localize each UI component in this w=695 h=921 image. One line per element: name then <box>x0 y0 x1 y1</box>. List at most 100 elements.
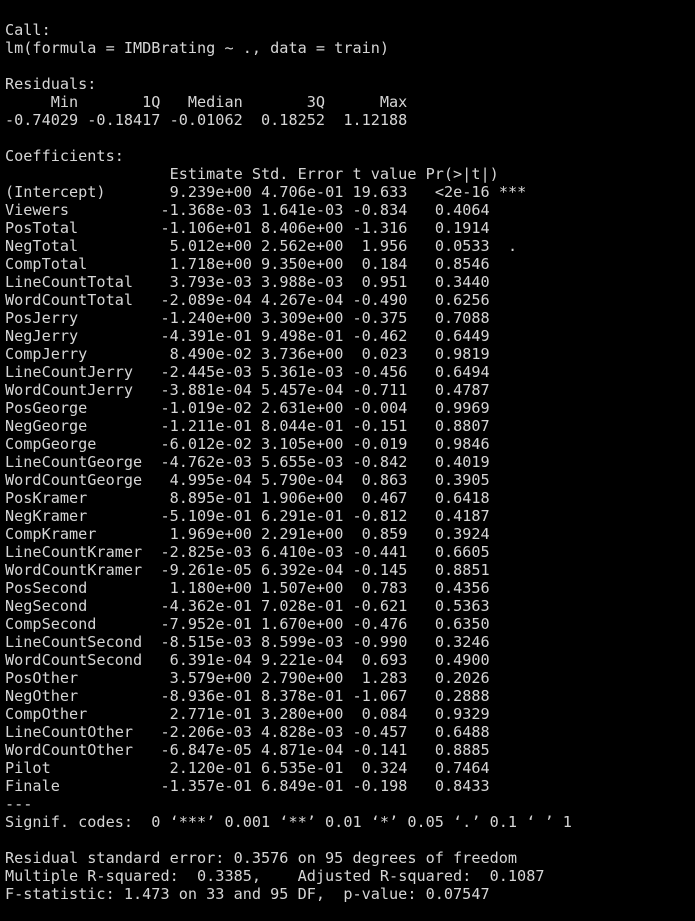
coef-t-value: 0.783 <box>352 579 408 597</box>
coef-estimate: -8.936e-01 <box>160 687 252 705</box>
coefficient-row: LineCountTotal 3.793e-03 3.988e-03 0.951… <box>5 273 695 291</box>
column-spacer <box>343 489 352 507</box>
column-spacer <box>343 525 352 543</box>
column-spacer <box>407 597 416 615</box>
coef-name: NegKramer <box>5 507 88 525</box>
column-spacer <box>87 597 160 615</box>
coef-t-value: -0.476 <box>352 615 408 633</box>
coef-std-error: 2.562e+00 <box>261 237 344 255</box>
column-spacer <box>490 291 499 309</box>
column-spacer <box>78 219 160 237</box>
coef-t-value: -0.004 <box>352 399 408 417</box>
coefficient-row: WordCountKramer -9.261e-05 6.392e-04 -0.… <box>5 561 695 579</box>
coef-name: NegOther <box>5 687 79 705</box>
coef-signif: . <box>498 237 527 255</box>
coef-p-value: 0.0533 <box>416 237 490 255</box>
coef-std-error: 2.790e+00 <box>261 669 344 687</box>
coef-std-error: 2.631e+00 <box>261 399 344 417</box>
coef-name: CompTotal <box>5 255 88 273</box>
coef-t-value: -0.019 <box>352 435 408 453</box>
column-spacer <box>343 291 352 309</box>
column-spacer <box>343 741 352 759</box>
column-spacer <box>407 723 416 741</box>
coef-t-value: -0.151 <box>352 417 408 435</box>
coefficient-row: PosGeorge -1.019e-02 2.631e+00 -0.004 0.… <box>5 399 695 417</box>
column-spacer <box>407 399 416 417</box>
column-spacer <box>142 651 160 669</box>
column-spacer <box>343 273 352 291</box>
coefficient-row: NegGeorge -1.211e-01 8.044e-01 -0.151 0.… <box>5 417 695 435</box>
coef-estimate: -5.109e-01 <box>160 507 252 525</box>
column-spacer <box>490 669 499 687</box>
column-spacer <box>490 363 499 381</box>
coefficient-row: WordCountOther -6.847e-05 4.871e-04 -0.1… <box>5 741 695 759</box>
signif-codes: Signif. codes: 0 ‘***’ 0.001 ‘**’ 0.01 ‘… <box>5 813 572 831</box>
coefficient-row: CompJerry 8.490e-02 3.736e+00 0.023 0.98… <box>5 345 695 363</box>
column-spacer <box>142 543 160 561</box>
column-spacer <box>252 291 261 309</box>
column-spacer <box>343 597 352 615</box>
coefficient-row: Viewers -1.368e-03 1.641e-03 -0.834 0.40… <box>5 201 695 219</box>
column-spacer <box>106 183 161 201</box>
coef-t-value: 0.951 <box>352 273 408 291</box>
coefficient-row: LineCountGeorge -4.762e-03 5.655e-03 -0.… <box>5 453 695 471</box>
coef-estimate: -1.211e-01 <box>160 417 252 435</box>
column-spacer <box>343 309 352 327</box>
coef-p-value: 0.3905 <box>416 471 490 489</box>
coef-p-value: 0.9329 <box>416 705 490 723</box>
column-spacer <box>252 669 261 687</box>
column-spacer <box>252 237 261 255</box>
coef-t-value: -0.145 <box>352 561 408 579</box>
coef-p-value: 0.4787 <box>416 381 490 399</box>
coef-t-value: 0.863 <box>352 471 408 489</box>
coef-t-value: -0.441 <box>352 543 408 561</box>
coef-p-value: 0.4900 <box>416 651 490 669</box>
column-spacer <box>343 327 352 345</box>
column-spacer <box>343 759 352 777</box>
column-spacer <box>343 579 352 597</box>
column-spacer <box>252 561 261 579</box>
column-spacer <box>407 615 416 633</box>
coef-name: PosJerry <box>5 309 79 327</box>
coef-estimate: -3.881e-04 <box>160 381 252 399</box>
column-spacer <box>490 309 499 327</box>
column-spacer <box>407 453 416 471</box>
coef-std-error: 8.044e-01 <box>261 417 344 435</box>
coef-p-value: 0.8885 <box>416 741 490 759</box>
column-spacer <box>490 633 499 651</box>
coef-t-value: -0.457 <box>352 723 408 741</box>
coef-std-error: 6.410e-03 <box>261 543 344 561</box>
column-spacer <box>343 669 352 687</box>
coefficient-row: PosTotal -1.106e+01 8.406e+00 -1.316 0.1… <box>5 219 695 237</box>
coefficient-row: CompOther 2.771e-01 3.280e+00 0.084 0.93… <box>5 705 695 723</box>
column-spacer <box>490 651 499 669</box>
column-spacer <box>142 453 160 471</box>
coefficient-row: (Intercept) 9.239e+00 4.706e-01 19.633 <… <box>5 183 695 201</box>
column-spacer <box>343 687 352 705</box>
coef-t-value: -0.490 <box>352 291 408 309</box>
coef-std-error: 6.849e-01 <box>261 777 344 795</box>
column-spacer <box>407 291 416 309</box>
column-spacer <box>490 759 499 777</box>
column-spacer <box>490 399 499 417</box>
coef-std-error: 4.706e-01 <box>261 183 344 201</box>
coef-t-value: 19.633 <box>352 183 408 201</box>
coef-name: LineCountSecond <box>5 633 143 651</box>
column-spacer <box>133 381 160 399</box>
column-spacer <box>490 201 499 219</box>
r-squared-line: Multiple R-squared: 0.3385, Adjusted R-s… <box>5 867 554 885</box>
r-console-output[interactable]: Call: lm(formula = IMDBrating ~ ., data =… <box>0 0 695 903</box>
column-spacer <box>343 345 352 363</box>
coefficient-row: CompKramer 1.969e+00 2.291e+00 0.859 0.3… <box>5 525 695 543</box>
column-spacer <box>87 417 160 435</box>
coef-name: LineCountGeorge <box>5 453 143 471</box>
column-spacer <box>407 201 416 219</box>
coef-name: PosOther <box>5 669 79 687</box>
coefficient-row: PosOther 3.579e+00 2.790e+00 1.283 0.202… <box>5 669 695 687</box>
coef-estimate: 2.771e-01 <box>160 705 252 723</box>
column-spacer <box>96 435 160 453</box>
column-spacer <box>87 507 160 525</box>
column-spacer <box>252 543 261 561</box>
column-spacer <box>490 579 499 597</box>
